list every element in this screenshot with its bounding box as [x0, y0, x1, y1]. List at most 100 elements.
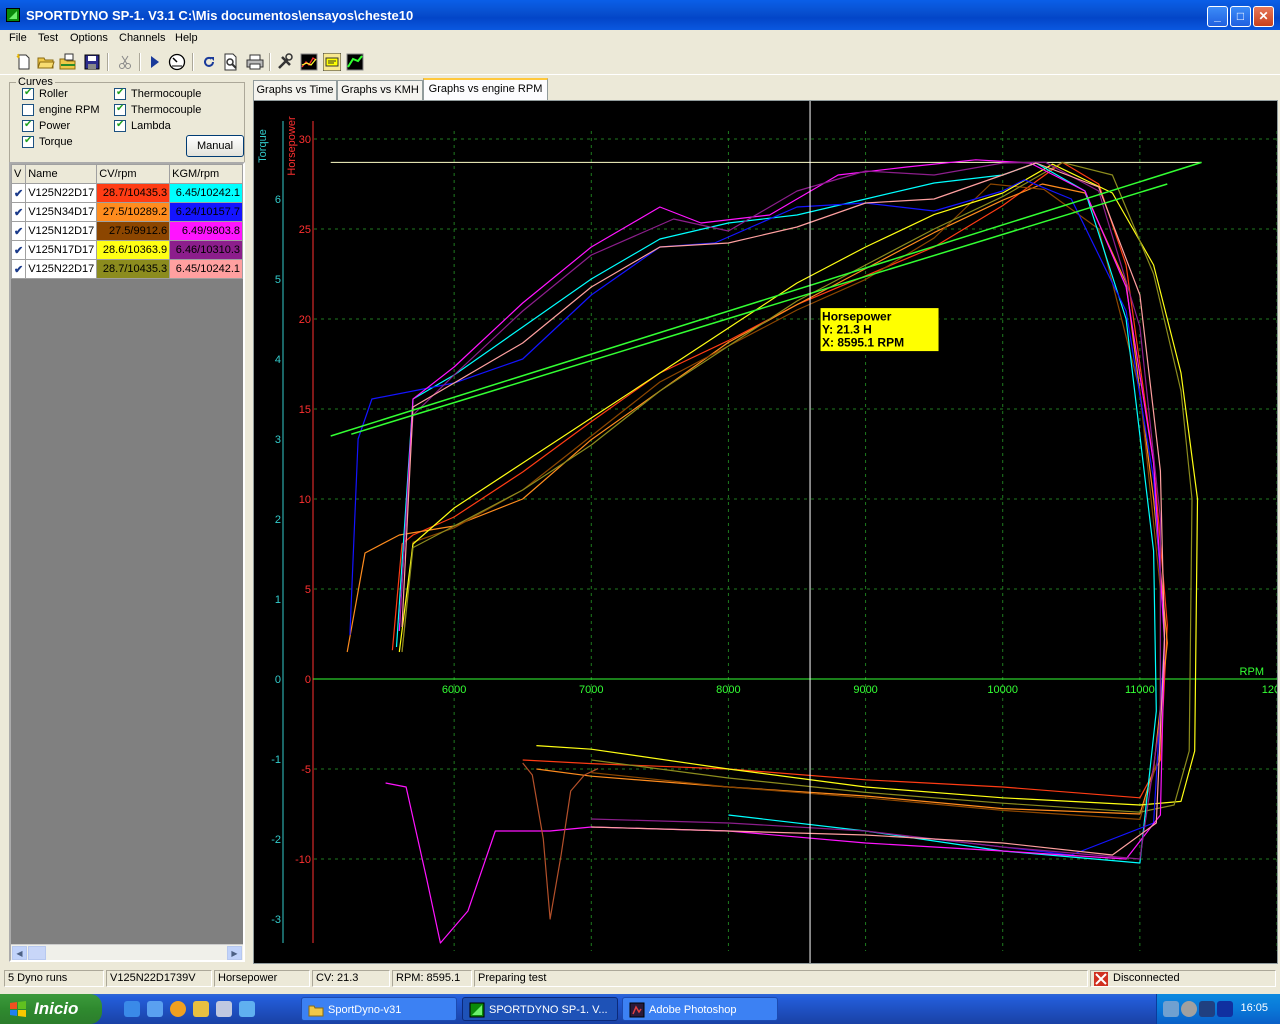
explorer-icon[interactable] — [193, 1001, 209, 1017]
run-check[interactable]: ✔ — [10, 240, 27, 260]
maximize-button[interactable]: □ — [1230, 6, 1251, 27]
manual-button[interactable]: Manual — [186, 135, 244, 157]
channels-icon[interactable] — [323, 53, 341, 71]
system-tray: 16:05 — [1156, 994, 1280, 1024]
play-icon[interactable] — [146, 53, 164, 71]
hp-tick-label: 30 — [299, 134, 311, 146]
status-message: Preparing test — [474, 970, 1088, 987]
scroll-right-icon[interactable]: ▶ — [227, 946, 242, 960]
table-row[interactable]: ✔ V125N22D17 28.7/10435.3 6.45/10242.1 — [10, 259, 243, 279]
network-icon[interactable] — [1163, 1001, 1179, 1017]
checkbox-box[interactable] — [114, 119, 126, 132]
trend-line-2 — [351, 183, 1168, 435]
task-sportdyno-app[interactable]: SPORTDYNO SP-1. V... — [462, 997, 618, 1021]
print-preview-icon[interactable] — [222, 53, 240, 71]
header-kgm-rpm[interactable]: KGM/rpm — [169, 164, 243, 184]
chart-svg[interactable]: Torque HorsepowerRPM-3-2-10123456-10-5051… — [254, 101, 1280, 963]
table-row[interactable]: ✔ V125N34D17 27.5/10289.2 6.24/10157.7 — [10, 202, 243, 222]
gauge-icon[interactable] — [168, 53, 186, 71]
desktop-icon[interactable] — [147, 1001, 163, 1017]
messenger-icon[interactable] — [239, 1001, 255, 1017]
header-cv-rpm[interactable]: CV/rpm — [96, 164, 171, 184]
cut-icon[interactable] — [116, 53, 134, 71]
new-file-icon[interactable] — [15, 53, 33, 71]
rpm-axis-title: RPM — [1240, 666, 1264, 678]
document-icon[interactable] — [216, 1001, 232, 1017]
run-check[interactable]: ✔ — [10, 259, 27, 279]
menu-options[interactable]: Options — [70, 32, 108, 44]
checkbox-box[interactable] — [114, 87, 126, 100]
rpm-tick-label: 11000 — [1125, 684, 1155, 696]
windows-flag-icon — [10, 1001, 26, 1017]
table-row[interactable]: ✔ V125N17D17 28.6/10363.9 6.46/10310.3 — [10, 240, 243, 260]
save-icon[interactable] — [83, 53, 101, 71]
checkbox-box[interactable] — [22, 104, 34, 116]
dyno-chart[interactable]: Torque Horsepower RPM -3 -2 -1 0 1 2 3 4 5 6 -10 -5 0 5 1… — [253, 100, 1280, 964]
scroll-thumb[interactable] — [28, 946, 46, 960]
header-v[interactable]: V — [10, 164, 27, 184]
menu-file[interactable]: File — [9, 32, 27, 44]
open-files-icon[interactable] — [59, 53, 77, 71]
header-name[interactable]: Name — [25, 164, 98, 184]
ie-icon[interactable] — [124, 1001, 140, 1017]
dyno-runs-list[interactable]: V Name CV/rpm KGM/rpm ✔ V125N22D17 28.7/10… — [9, 162, 245, 962]
task-sportdyno-folder[interactable]: SportDyno-v31 — [301, 997, 457, 1021]
print-icon[interactable] — [246, 53, 264, 71]
run-kgm-rpm: 6.46/10310.3 — [169, 240, 243, 260]
rpm-tick-label: 10000 — [987, 684, 1018, 696]
series-line-10 — [401, 162, 1166, 856]
torque-tick-label: 1 — [275, 594, 281, 606]
connection-label: Disconnected — [1113, 972, 1180, 984]
media-tray-icon[interactable] — [1217, 1001, 1233, 1017]
checkbox-box[interactable] — [22, 119, 34, 132]
table-row[interactable]: ✔ V125N22D17 28.7/10435.3 6.45/10242.1 — [10, 183, 243, 203]
menu-channels[interactable]: Channels — [119, 32, 165, 44]
volume-icon[interactable] — [1181, 1001, 1197, 1017]
run-name: V125N22D17 — [25, 183, 98, 203]
folder-icon — [308, 1005, 324, 1017]
scroll-left-icon[interactable]: ◀ — [12, 946, 27, 960]
lambda-label: Lambda — [131, 120, 171, 132]
tools-icon[interactable] — [276, 53, 294, 71]
refresh-icon[interactable] — [200, 53, 218, 71]
minimize-button[interactable]: _ — [1207, 6, 1228, 27]
title-bar[interactable]: SPORTDYNO SP-1. V3.1 C:\Mis documentos\e… — [0, 0, 1280, 30]
run-check[interactable]: ✔ — [10, 183, 27, 203]
checkbox-box[interactable] — [22, 135, 34, 148]
window-title: SPORTDYNO SP-1. V3.1 C:\Mis documentos\e… — [26, 8, 414, 23]
run-check[interactable]: ✔ — [10, 221, 27, 241]
menu-help[interactable]: Help — [175, 32, 198, 44]
chart-icon[interactable] — [346, 53, 364, 71]
runs-table: V Name CV/rpm KGM/rpm ✔ V125N22D17 28.7/10… — [10, 164, 243, 279]
torque-tick-label: -2 — [271, 834, 281, 846]
graph-icon[interactable] — [300, 53, 318, 71]
task-photoshop[interactable]: Adobe Photoshop — [622, 997, 778, 1021]
run-cv-rpm: 27.5/10289.2 — [96, 202, 171, 222]
horizontal-scrollbar[interactable]: ◀ ▶ — [11, 944, 243, 960]
table-row[interactable]: ✔ V125N12D17 27.5/9912.6 6.49/9803.8 — [10, 221, 243, 241]
series-line-9 — [398, 161, 1161, 860]
checkbox-box[interactable] — [22, 87, 34, 100]
runs-header-row: V Name CV/rpm KGM/rpm — [10, 164, 243, 184]
tab-graphs-vs-time[interactable]: Graphs vs Time — [253, 80, 337, 100]
series-line-1 — [391, 161, 1168, 799]
close-button[interactable]: ✕ — [1253, 6, 1274, 27]
tab-graphs-vs-engine-rpm[interactable]: Graphs vs engine RPM — [423, 78, 548, 100]
series-line-6 — [395, 162, 1157, 864]
engine-rpm-label: engine RPM — [39, 104, 100, 116]
taskbar: Inicio SportDyno-v31 SPORTDYNO SP-1. V..… — [0, 994, 1280, 1024]
tab-graphs-vs-kmh[interactable]: Graphs vs KMH — [337, 80, 423, 100]
run-check[interactable]: ✔ — [10, 202, 27, 222]
checkbox-box[interactable] — [114, 103, 126, 116]
tooltip-title: Horsepower — [822, 310, 892, 324]
display-icon[interactable] — [1199, 1001, 1215, 1017]
torque-tick-label: -3 — [271, 914, 281, 926]
status-connection: Disconnected — [1090, 970, 1276, 987]
menu-test[interactable]: Test — [38, 32, 58, 44]
run-cv-rpm: 28.7/10435.3 — [96, 259, 171, 279]
open-folder-icon[interactable] — [37, 53, 55, 71]
rpm-tick-label: 12000 — [1262, 684, 1277, 696]
toolbar — [0, 49, 1280, 75]
start-button[interactable]: Inicio — [0, 994, 102, 1024]
media-player-icon[interactable] — [170, 1001, 186, 1017]
